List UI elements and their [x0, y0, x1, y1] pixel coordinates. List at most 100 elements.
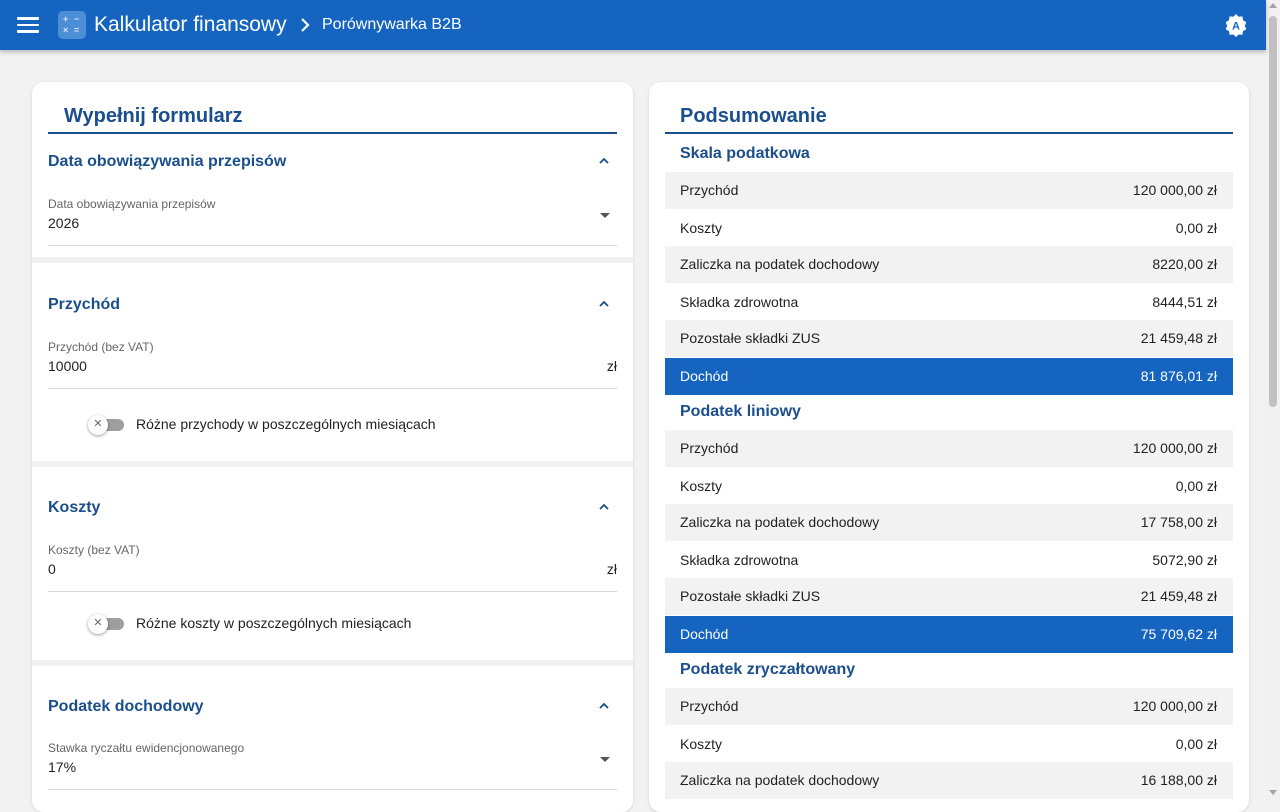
form-title: Wypełnij formularz — [48, 102, 617, 134]
different-costs-toggle[interactable]: ✕ Różne koszty w poszczególnych miesiąca… — [88, 612, 588, 636]
summary-row-value: 5072,90 zł — [1152, 552, 1217, 568]
section-income-tax-header[interactable]: Podatek dochodowy — [48, 698, 204, 716]
date-select-value: 2026 — [48, 215, 80, 231]
caret-down-icon — [600, 213, 610, 218]
summary-row: Zaliczka na podatek dochodowy 16 188,00 … — [665, 762, 1233, 799]
summary-row-value: 120 000,00 zł — [1132, 182, 1217, 198]
summary-row-label: Składka zdrowotna — [680, 552, 799, 568]
summary-row-value: 120 000,00 zł — [1132, 440, 1217, 456]
currency-suffix: zł — [606, 561, 617, 577]
section-costs-header[interactable]: Koszty — [48, 499, 100, 517]
summary-row-label: Przychód — [680, 698, 739, 714]
summary-row-label: Dochód — [680, 368, 729, 384]
summary-row: Koszty 0,00 zł — [665, 210, 1233, 247]
close-icon: ✕ — [93, 418, 103, 430]
chevron-up-icon[interactable] — [597, 154, 611, 168]
flat-rate-select-label: Stawka ryczałtu ewidencjonowanego — [48, 741, 245, 755]
costs-input-value: 0 — [48, 561, 56, 577]
summary-row: Zaliczka na podatek dochodowy 17 758,00 … — [665, 504, 1233, 541]
close-icon: ✕ — [93, 617, 103, 629]
form-card: Wypełnij formularz Data obowiązywania pr… — [32, 82, 633, 812]
toggle-knob[interactable]: ✕ — [88, 614, 108, 634]
summary-row-label: Koszty — [680, 736, 723, 752]
toggle-knob[interactable]: ✕ — [88, 415, 108, 435]
summary-row-label: Koszty — [680, 220, 723, 236]
summary-row: Przychód 120 000,00 zł — [665, 688, 1233, 725]
calculator-logo-icon: + − × = — [58, 11, 86, 39]
different-costs-toggle-label: Różne koszty w poszczególnych miesiącach — [136, 615, 412, 631]
chevron-up-icon[interactable] — [597, 699, 611, 713]
costs-input-label: Koszty (bez VAT) — [48, 543, 140, 557]
summary-row-value: 0,00 zł — [1175, 736, 1217, 752]
app-header: + − × = Kalkulator finansowy Porównywarka … — [0, 0, 1266, 50]
summary-row-label: Składka zdrowotna — [680, 294, 799, 310]
scroll-up-arrow-icon[interactable] — [1269, 3, 1277, 8]
different-income-toggle[interactable]: ✕ Różne przychody w poszczególnych miesi… — [88, 413, 588, 437]
flat-rate-select[interactable]: Stawka ryczałtu ewidencjonowanego 17% — [48, 741, 617, 790]
section-income-tax: Podatek dochodowy Stawka ryczałtu ewiden… — [32, 666, 633, 812]
app-title[interactable]: Kalkulator finansowy — [94, 12, 287, 38]
summary-row: Pozostałe składki ZUS 21 459,48 zł — [665, 578, 1233, 615]
summary-group-title: Podatek zryczałtowany — [680, 661, 856, 678]
chevron-right-icon — [299, 14, 313, 36]
different-income-toggle-label: Różne przychody w poszczególnych miesiąc… — [136, 416, 436, 432]
chevron-up-icon[interactable] — [597, 297, 611, 311]
summary-row-label: Zaliczka na podatek dochodowy — [680, 772, 880, 788]
summary-row-label: Koszty — [680, 478, 723, 494]
summary-total-row: Dochód 81 876,01 zł — [665, 358, 1233, 395]
page-scrollbar[interactable] — [1266, 0, 1280, 800]
section-costs: Koszty Koszty (bez VAT) 0 zł ✕ Różne kos… — [32, 467, 633, 660]
summary-row-value: 0,00 zł — [1175, 220, 1217, 236]
summary-row-label: Zaliczka na podatek dochodowy — [680, 514, 880, 530]
summary-group-title: Skala podatkowa — [680, 145, 810, 162]
currency-suffix: zł — [606, 358, 617, 374]
hamburger-menu-icon[interactable] — [17, 14, 39, 36]
summary-title: Podsumowanie — [665, 102, 1233, 134]
summary-row: Koszty 0,00 zł — [665, 726, 1233, 763]
summary-row-value: 16 188,00 zł — [1140, 772, 1217, 788]
section-income: Przychód Przychód (bez VAT) 10000 zł ✕ R… — [32, 263, 633, 461]
summary-row: Przychód 120 000,00 zł — [665, 172, 1233, 209]
summary-row-label: Zaliczka na podatek dochodowy — [680, 256, 880, 272]
account-letter: A — [1232, 21, 1240, 33]
summary-row-label: Pozostałe składki ZUS — [680, 330, 821, 346]
summary-row-label: Pozostałe składki ZUS — [680, 588, 821, 604]
summary-row: Składka zdrowotna 8444,51 zł — [665, 284, 1233, 321]
account-badge-icon[interactable]: A — [1224, 13, 1248, 37]
section-income-header[interactable]: Przychód — [48, 296, 120, 314]
summary-row: Przychód 120 000,00 zł — [665, 430, 1233, 467]
income-input[interactable]: Przychód (bez VAT) 10000 zł — [48, 340, 617, 389]
summary-row: Koszty 0,00 zł — [665, 468, 1233, 505]
date-select-label: Data obowiązywania przepisów — [48, 197, 216, 211]
caret-down-icon — [600, 757, 610, 762]
scroll-thumb[interactable] — [1269, 16, 1277, 407]
summary-row-label: Dochód — [680, 626, 729, 642]
chevron-up-icon[interactable] — [597, 500, 611, 514]
section-date: Data obowiązywania przepisów Data obowią… — [32, 142, 633, 257]
summary-row-value: 81 876,01 zł — [1140, 368, 1217, 384]
summary-row-value: 8220,00 zł — [1152, 256, 1217, 272]
summary-row-value: 8444,51 zł — [1152, 294, 1217, 310]
summary-row-value: 17 758,00 zł — [1140, 514, 1217, 530]
date-select[interactable]: Data obowiązywania przepisów 2026 — [48, 197, 617, 246]
summary-row: Pozostałe składki ZUS 21 459,48 zł — [665, 320, 1233, 357]
summary-group-title: Podatek liniowy — [680, 403, 801, 420]
summary-row-value: 75 709,62 zł — [1140, 626, 1217, 642]
summary-row-label: Przychód — [680, 182, 739, 198]
scroll-down-arrow-icon[interactable] — [1269, 790, 1277, 795]
section-date-header[interactable]: Data obowiązywania przepisów — [48, 153, 286, 171]
income-input-label: Przychód (bez VAT) — [48, 340, 154, 354]
summary-row-value: 0,00 zł — [1175, 478, 1217, 494]
summary-row-label: Przychód — [680, 440, 739, 456]
summary-row: Składka zdrowotna 5072,90 zł — [665, 542, 1233, 579]
summary-row: Zaliczka na podatek dochodowy 8220,00 zł — [665, 246, 1233, 283]
summary-row-value: 120 000,00 zł — [1132, 698, 1217, 714]
summary-total-row: Dochód 75 709,62 zł — [665, 616, 1233, 653]
summary-card: Podsumowanie Skala podatkowa Przychód 12… — [649, 82, 1249, 812]
breadcrumb-current: Porównywarka B2B — [322, 16, 462, 33]
summary-row-value: 21 459,48 zł — [1140, 330, 1217, 346]
flat-rate-select-value: 17% — [48, 759, 77, 775]
summary-row-value: 21 459,48 zł — [1140, 588, 1217, 604]
costs-input[interactable]: Koszty (bez VAT) 0 zł — [48, 543, 617, 592]
income-input-value: 10000 — [48, 358, 87, 374]
